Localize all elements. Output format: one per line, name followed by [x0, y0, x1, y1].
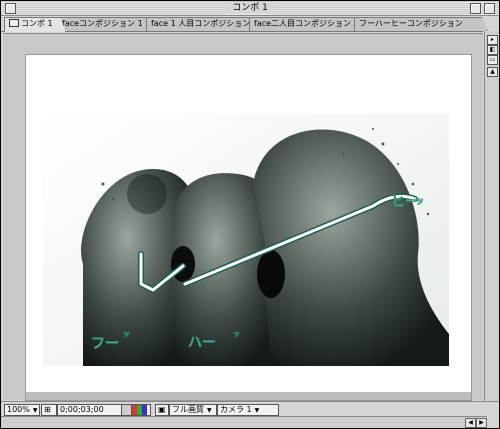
tab-fu-ha-hi-composition[interactable]: フーハーヒーコンポジション	[354, 17, 488, 31]
composition-icon	[9, 19, 19, 27]
composition-window: コンポ 1 コンポ 1 faceコンポジション 1 face 1 人目コンポジシ…	[0, 0, 500, 429]
frame-bottom-strip	[26, 392, 471, 400]
horizontal-scrollbar[interactable]: ◀ ▶	[1, 416, 487, 428]
caption-small-tsu-2: ッ	[233, 330, 240, 338]
composition-tabs: コンポ 1 faceコンポジション 1 face 1 人目コンポジション 1 f…	[1, 17, 483, 32]
window-options-icon[interactable]: ◧	[487, 45, 498, 55]
collapse-box[interactable]	[484, 3, 495, 14]
region-of-interest-icon[interactable]: ▣	[155, 404, 169, 416]
zoom-dropdown[interactable]: 100%	[4, 404, 40, 416]
close-box[interactable]	[5, 3, 16, 14]
resolution-dropdown[interactable]: フル画質	[169, 404, 217, 416]
caption-small-tsu-1: ッ	[123, 330, 130, 338]
window-title: コンポ 1	[226, 2, 274, 14]
vertical-scrollbar[interactable]: ▸ ◧ ▭ ▲ ▼	[484, 31, 499, 416]
panel-menu-icon[interactable]: ▸	[487, 35, 498, 45]
footage-image: フー ハー ヒー ッ ッ ッ	[43, 114, 449, 366]
composition-viewer[interactable]: フー ハー ヒー ッ ッ ッ	[3, 33, 483, 401]
safe-zones-icon[interactable]: ⊞	[41, 404, 57, 416]
timecode-display[interactable]: 0;00;03;00	[57, 404, 123, 416]
scroll-right-arrow[interactable]: ▶	[476, 418, 487, 428]
title-bar[interactable]: コンポ 1	[1, 1, 499, 16]
tab-face-second-person[interactable]: face二人目コンポジション 1	[249, 17, 363, 31]
tab-face-composition-1[interactable]: faceコンポジション 1	[57, 17, 155, 31]
color-channels-icon[interactable]	[131, 404, 151, 416]
flowchart-icon[interactable]: ▭	[487, 55, 498, 65]
scroll-up-arrow[interactable]: ▲	[487, 67, 498, 77]
camera-dropdown[interactable]: カメラ 1	[217, 404, 279, 416]
tab-comp-1[interactable]: コンポ 1	[4, 17, 66, 32]
tab-face-first-person[interactable]: face 1 人目コンポジション 1	[146, 17, 258, 31]
caption-small-tsu-3: ッ	[415, 197, 424, 207]
zoom-box[interactable]	[470, 3, 481, 14]
scroll-left-arrow[interactable]: ◀	[465, 418, 476, 428]
caption-ha: ハー	[188, 335, 216, 351]
caption-fu: フー	[91, 336, 119, 352]
viewer-control-bar: 100% ⊞ 0;00;03;00 ▣ フル画質 カメラ 1 ◀ ▶	[1, 401, 499, 428]
